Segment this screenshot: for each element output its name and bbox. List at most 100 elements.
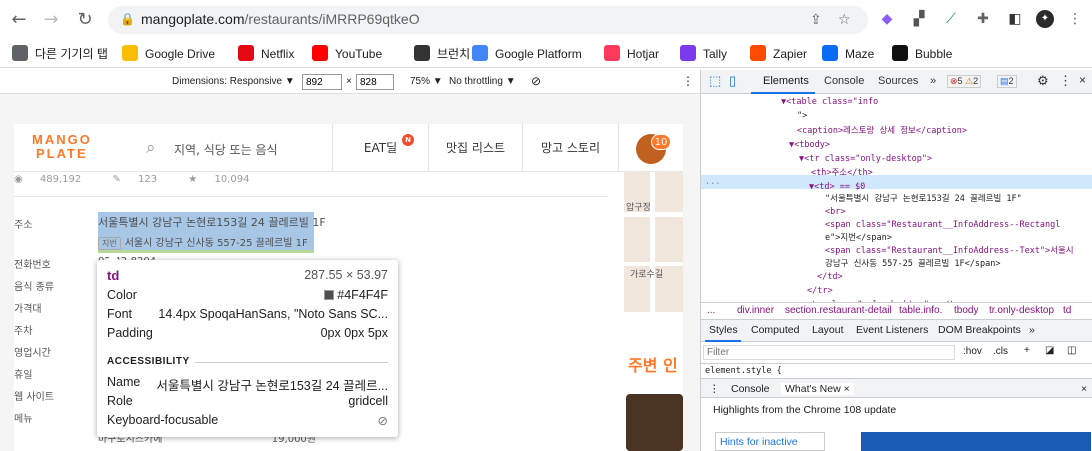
- height-input[interactable]: [356, 74, 394, 90]
- width-input[interactable]: [302, 74, 342, 90]
- add-rule-icon[interactable]: +: [1024, 345, 1030, 356]
- dom-node[interactable]: <span class="Restaurant__InfoAddress--Te…: [825, 245, 1074, 258]
- bookmark-item[interactable]: Maze: [822, 45, 874, 63]
- tab-dom-breakpoints[interactable]: DOM Breakpoints: [938, 324, 1021, 336]
- forward-arrow-icon[interactable]: →: [40, 9, 62, 31]
- reload-icon[interactable]: ↻: [74, 9, 96, 31]
- dom-node[interactable]: <caption>레스토랑 상세 정보</caption>: [797, 125, 967, 138]
- address-text: 서울특별시 강남구 논현로153길 24 끌레르빌 1F: [98, 216, 326, 229]
- messages-counter[interactable]: ▤2: [997, 75, 1017, 88]
- tab-computed[interactable]: Computed: [751, 324, 799, 336]
- search-input[interactable]: 지역, 식당 또는 음식: [174, 141, 278, 158]
- map[interactable]: 압구정 가로수길: [624, 172, 683, 312]
- bookmark-item[interactable]: 브런치: [414, 45, 470, 63]
- sidebar-toggle-icon[interactable]: ◫: [1067, 345, 1076, 356]
- close-icon[interactable]: ×: [1081, 383, 1087, 395]
- bookmark-item[interactable]: Tally: [680, 45, 727, 63]
- bookmark-item[interactable]: YouTube: [312, 45, 382, 63]
- breadcrumb-item[interactable]: tbody: [954, 305, 978, 316]
- dom-node[interactable]: "서울특별시 강남구 논현로153길 24 끌레르빌 1F": [825, 193, 1022, 206]
- bookmark-item[interactable]: Netflix: [238, 45, 294, 63]
- throttle-select[interactable]: No throttling ▼: [449, 76, 516, 87]
- rotate-icon[interactable]: ⊘: [531, 74, 541, 88]
- bookmark-item[interactable]: Zapier: [750, 45, 807, 63]
- dimensions-select[interactable]: Dimensions: Responsive ▼: [172, 76, 295, 87]
- google-icon: [472, 45, 488, 61]
- breadcrumb-item[interactable]: section.restaurant-detail: [785, 305, 892, 316]
- nav-mango-story[interactable]: 망고 스토리: [522, 124, 618, 172]
- inspect-element-icon[interactable]: ⬚: [709, 73, 721, 89]
- dom-node[interactable]: </td>: [817, 271, 843, 284]
- bookmark-item[interactable]: Hotjar: [604, 45, 659, 63]
- new-badge: N: [402, 134, 414, 146]
- node-ellipsis[interactable]: ...: [705, 176, 720, 189]
- search-icon[interactable]: ⌕: [146, 138, 156, 158]
- dom-node[interactable]: <br>: [825, 206, 845, 219]
- tab-sources[interactable]: Sources: [878, 75, 918, 87]
- hov-toggle[interactable]: :hov: [963, 346, 982, 357]
- device-toggle-icon[interactable]: ▯: [729, 73, 736, 89]
- nearby-section-title: 주변 인: [628, 356, 678, 375]
- breadcrumb-item[interactable]: ...: [707, 305, 715, 316]
- more-tabs[interactable]: »: [1029, 324, 1035, 336]
- info-label-parking: 주차: [14, 326, 33, 337]
- extension-icon[interactable]: ▞: [910, 10, 928, 28]
- more-options-icon[interactable]: ⋮: [709, 383, 720, 395]
- puzzle-icon[interactable]: ✚: [974, 10, 992, 28]
- tab-event-listeners[interactable]: Event Listeners: [856, 324, 928, 336]
- back-arrow-icon[interactable]: ←: [8, 9, 30, 31]
- inspect-tooltip: td 287.55 × 53.97 Color #4F4F4F Font 14.…: [97, 254, 398, 437]
- breadcrumb-item[interactable]: div.inner: [737, 305, 774, 316]
- bookmark-item[interactable]: 다른 기기의 탭: [12, 45, 108, 63]
- dom-node[interactable]: ">: [797, 110, 807, 123]
- dom-node[interactable]: ▼<tbody>: [789, 139, 830, 152]
- close-icon[interactable]: ×: [1079, 73, 1086, 87]
- food-photo[interactable]: [626, 394, 683, 451]
- dom-node[interactable]: <th>주소</th>: [811, 167, 873, 180]
- menu-kebab-icon[interactable]: ⋮: [1066, 10, 1084, 28]
- address-bar[interactable]: 🔒 mangoplate.com/restaurants/iMRRP69qtke…: [108, 6, 868, 34]
- dom-node[interactable]: 강남구 신사동 557-25 끌레르빌 1F</span>: [825, 258, 1000, 271]
- bookmark-item[interactable]: Google Drive: [122, 45, 215, 63]
- notification-count-badge: 10: [651, 134, 671, 150]
- more-options-icon[interactable]: ⋮: [682, 74, 694, 88]
- dom-node[interactable]: </tr>: [807, 285, 833, 298]
- gear-icon[interactable]: ⚙: [1037, 73, 1049, 89]
- breadcrumb-item[interactable]: td: [1063, 305, 1071, 316]
- tab-styles[interactable]: Styles: [709, 324, 738, 336]
- dom-node[interactable]: <span class="Restaurant__InfoAddress--Re…: [825, 219, 1060, 232]
- extension-icon[interactable]: ⟋: [942, 10, 960, 28]
- site-header: MANGO PLATE ⌕ 지역, 식당 또는 음식 EAT딜 N 맛집 리스트 …: [14, 124, 683, 172]
- nav-eat-deal[interactable]: EAT딜: [332, 124, 428, 172]
- tooltip-size: 287.55 × 53.97: [304, 268, 388, 282]
- tab-console[interactable]: Console: [824, 75, 864, 87]
- profile-avatar[interactable]: ✦: [1036, 10, 1054, 28]
- breadcrumb-item[interactable]: table.info.: [899, 305, 942, 316]
- bookmark-star-icon[interactable]: ☆: [838, 12, 851, 28]
- dom-node[interactable]: ▼<table class="info: [781, 96, 878, 109]
- cls-toggle[interactable]: .cls: [993, 346, 1008, 357]
- mangoplate-logo[interactable]: MANGO PLATE: [32, 133, 92, 161]
- breadcrumb-item[interactable]: tr.only-desktop: [989, 305, 1054, 316]
- side-panel-icon[interactable]: ◧: [1006, 10, 1024, 28]
- dom-node[interactable]: ▼<tr class="only-desktop">: [799, 153, 932, 166]
- more-options-icon[interactable]: ⋮: [1059, 73, 1072, 89]
- whats-new-link[interactable]: Hints for inactive: [715, 432, 825, 451]
- tab-layout[interactable]: Layout: [812, 324, 844, 336]
- drawer-tab-console[interactable]: Console: [731, 383, 770, 395]
- issues-counter[interactable]: ⊗5 ⚠2: [947, 75, 982, 88]
- more-tabs[interactable]: »: [930, 75, 936, 87]
- dom-node[interactable]: e">지번</span>: [825, 232, 892, 245]
- share-icon[interactable]: ⇪: [810, 12, 822, 28]
- bookmark-item[interactable]: Google Platform: [472, 45, 582, 63]
- extension-icon[interactable]: ◆: [878, 10, 896, 28]
- nav-matzip-list[interactable]: 맛집 리스트: [428, 124, 522, 172]
- filter-input[interactable]: [703, 345, 955, 360]
- bookmark-item[interactable]: Bubble: [892, 45, 952, 63]
- bubble-icon: [892, 45, 908, 61]
- drawer-tab-whats-new[interactable]: What's New ×: [781, 383, 854, 395]
- paint-icon[interactable]: ◪: [1045, 345, 1054, 356]
- zoom-select[interactable]: 75% ▼: [410, 76, 443, 87]
- tab-elements[interactable]: Elements: [763, 75, 809, 87]
- address-tag: 지번: [98, 237, 121, 250]
